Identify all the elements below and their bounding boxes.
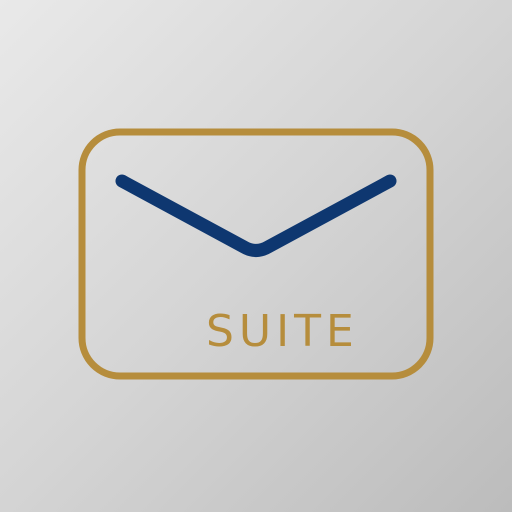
envelope-icon <box>78 128 434 380</box>
envelope-flap <box>115 174 397 257</box>
suite-label: SUITE <box>206 306 359 357</box>
app-icon[interactable]: SUITE <box>0 0 512 512</box>
